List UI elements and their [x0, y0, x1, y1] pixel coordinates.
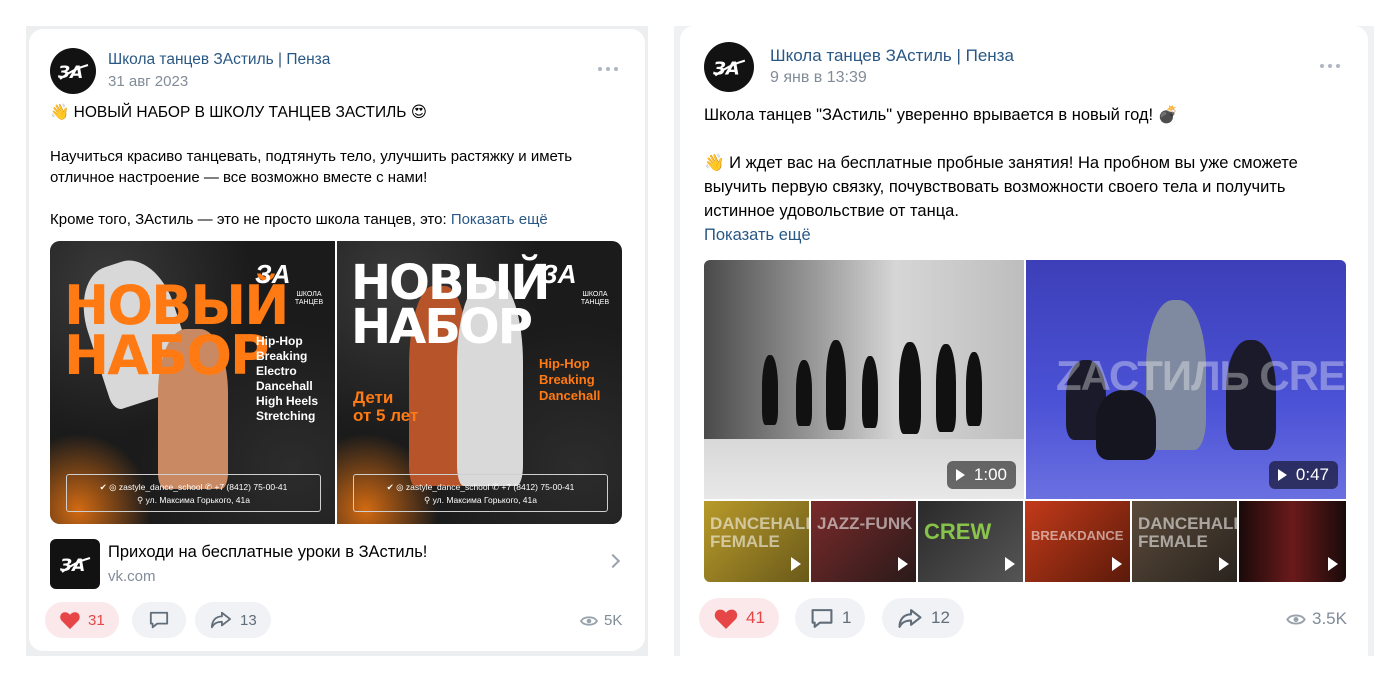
- play-icon: [791, 557, 801, 571]
- eye-icon: [1286, 613, 1306, 625]
- author-name[interactable]: Школа танцев ЗАстиль | Пенза: [770, 46, 1014, 66]
- poster-image-2[interactable]: НОВЫЙ НАБОР Дети от 5 лет ЗА ШКОЛА ТАНЦЕ…: [337, 241, 622, 524]
- comments-count: 1: [842, 608, 852, 627]
- more-options-icon[interactable]: [598, 67, 618, 73]
- post-panel-right: ЗА Школа танцев ЗАстиль | Пенза 9 янв в …: [674, 26, 1374, 656]
- like-button[interactable]: 31: [45, 602, 119, 638]
- shares-count: 13: [240, 611, 257, 629]
- share-button[interactable]: 12: [882, 598, 964, 638]
- post-panel-left: ЗА Школа танцев ЗАстиль | Пенза 31 авг 2…: [26, 26, 648, 656]
- play-icon: [1328, 557, 1338, 571]
- share-icon: [211, 611, 231, 629]
- show-more-link[interactable]: Показать ещё: [704, 223, 1298, 247]
- heart-eyes-emoji: 😍: [410, 104, 427, 121]
- play-icon: [1219, 557, 1229, 571]
- zastyle-logo-icon: ЗА: [57, 63, 89, 81]
- play-icon: [898, 557, 908, 571]
- poster-contacts: ✔ ◎ zastyle_dance_school ✆ +7 (8412) 75-…: [66, 474, 321, 512]
- likes-count: 31: [88, 611, 105, 629]
- heart-icon: [60, 612, 80, 630]
- video-thumb[interactable]: CREW: [918, 501, 1023, 582]
- comment-icon: [811, 608, 833, 628]
- video-gallery: 1:00 ZАСТИЛЬ CREW 0:47 DANCEHALL FEMALE …: [704, 260, 1346, 582]
- poster-logo: ЗА: [541, 259, 577, 289]
- link-title: Приходи на бесплатные уроки в ЗАстиль!: [108, 543, 428, 561]
- shares-count: 12: [931, 608, 950, 627]
- video-2[interactable]: ZАСТИЛЬ CREW 0:47: [1026, 260, 1346, 499]
- play-icon: [955, 469, 965, 481]
- wave-emoji: 👋: [50, 104, 70, 121]
- poster-image-1[interactable]: НОВЫЙ НАБОР ЗА ШКОЛА ТАНЦЕВ Hip-Hop Brea…: [50, 241, 335, 524]
- play-icon: [1005, 557, 1015, 571]
- play-icon: [1277, 469, 1287, 481]
- more-options-icon[interactable]: [1320, 64, 1340, 70]
- post-paragraph: 👋 И ждет вас на бесплатные пробные занят…: [704, 151, 1298, 247]
- post-paragraph-2: Кроме того, ЗАстиль — это не просто школ…: [50, 211, 548, 228]
- likes-count: 41: [746, 608, 765, 627]
- comment-button[interactable]: 1: [795, 598, 866, 638]
- post-date[interactable]: 9 янв в 13:39: [770, 69, 867, 87]
- video-thumb[interactable]: DANCEHALL FEMALE: [704, 501, 809, 582]
- video-duration: 1:00: [946, 461, 1016, 489]
- community-avatar[interactable]: ЗА: [704, 42, 754, 92]
- poster-logo-subtitle: ШКОЛА ТАНЦЕВ: [294, 291, 324, 306]
- poster-contacts: ✔ ◎ zastyle_dance_school ✆ +7 (8412) 75-…: [353, 474, 608, 512]
- show-more-link[interactable]: Показать ещё: [451, 211, 548, 228]
- dance-styles-list: Hip-Hop Breaking Dancehall: [539, 356, 601, 403]
- photo-gallery: НОВЫЙ НАБОР ЗА ШКОЛА ТАНЦЕВ Hip-Hop Brea…: [50, 241, 622, 524]
- chevron-right-icon: [605, 553, 621, 569]
- video-thumb[interactable]: DANCEHALL FEMALE: [1132, 501, 1237, 582]
- poster-title: НОВЫЙ НАБОР: [64, 274, 289, 387]
- views-counter: 5K: [580, 612, 622, 629]
- video-overlay-title: ZАСТИЛЬ CREW: [1056, 352, 1346, 399]
- like-button[interactable]: 41: [699, 598, 779, 638]
- video-thumbnails: DANCEHALL FEMALE JAZZ-FUNK CREW BREAKDAN…: [704, 501, 1346, 582]
- dance-styles-list: Hip-Hop Breaking Electro Dancehall High …: [256, 334, 319, 423]
- community-avatar[interactable]: ЗА: [50, 48, 96, 94]
- share-icon: [898, 608, 922, 628]
- post-headline: 👋 НОВЫЙ НАБОР В ШКОЛУ ТАНЦЕВ ЗАСТИЛЬ 😍: [50, 104, 427, 121]
- video-thumb[interactable]: [1239, 501, 1346, 582]
- heart-icon: [714, 609, 738, 629]
- post-card: ЗА Школа танцев ЗАстиль | Пенза 9 янв в …: [680, 26, 1368, 656]
- poster-title: НОВЫЙ НАБОР: [351, 255, 550, 356]
- video-duration: 0:47: [1268, 461, 1338, 489]
- link-attachment[interactable]: ЗА Приходи на бесплатные уроки в ЗАстиль…: [50, 539, 622, 589]
- post-date[interactable]: 31 авг 2023: [108, 73, 188, 90]
- link-thumbnail: ЗА: [50, 539, 100, 589]
- play-icon: [1112, 557, 1122, 571]
- poster-logo: ЗА: [255, 259, 291, 289]
- post-card: ЗА Школа танцев ЗАстиль | Пенза 31 авг 2…: [29, 29, 645, 651]
- comment-button[interactable]: [132, 602, 186, 638]
- zastyle-logo-icon: ЗА: [59, 556, 91, 574]
- post-paragraph-1: Научиться красиво танцевать, подтянуть т…: [50, 148, 573, 186]
- post-line-1: Школа танцев "ЗАстиль" уверенно врываетс…: [704, 106, 1179, 124]
- comment-icon: [149, 611, 169, 629]
- eye-icon: [580, 615, 598, 626]
- zastyle-logo-icon: ЗА: [712, 58, 746, 78]
- share-button[interactable]: 13: [195, 602, 271, 638]
- kids-age-label: Дети от 5 лет: [353, 388, 419, 425]
- link-domain: vk.com: [108, 568, 156, 585]
- video-thumb[interactable]: JAZZ-FUNK: [811, 501, 916, 582]
- video-thumb[interactable]: BREAKDANCE: [1025, 501, 1130, 582]
- views-counter: 3.5K: [1286, 609, 1347, 629]
- poster-logo-subtitle: ШКОЛА ТАНЦЕВ: [580, 291, 610, 306]
- video-1[interactable]: 1:00: [704, 260, 1024, 499]
- author-name[interactable]: Школа танцев ЗАстиль | Пенза: [108, 51, 330, 69]
